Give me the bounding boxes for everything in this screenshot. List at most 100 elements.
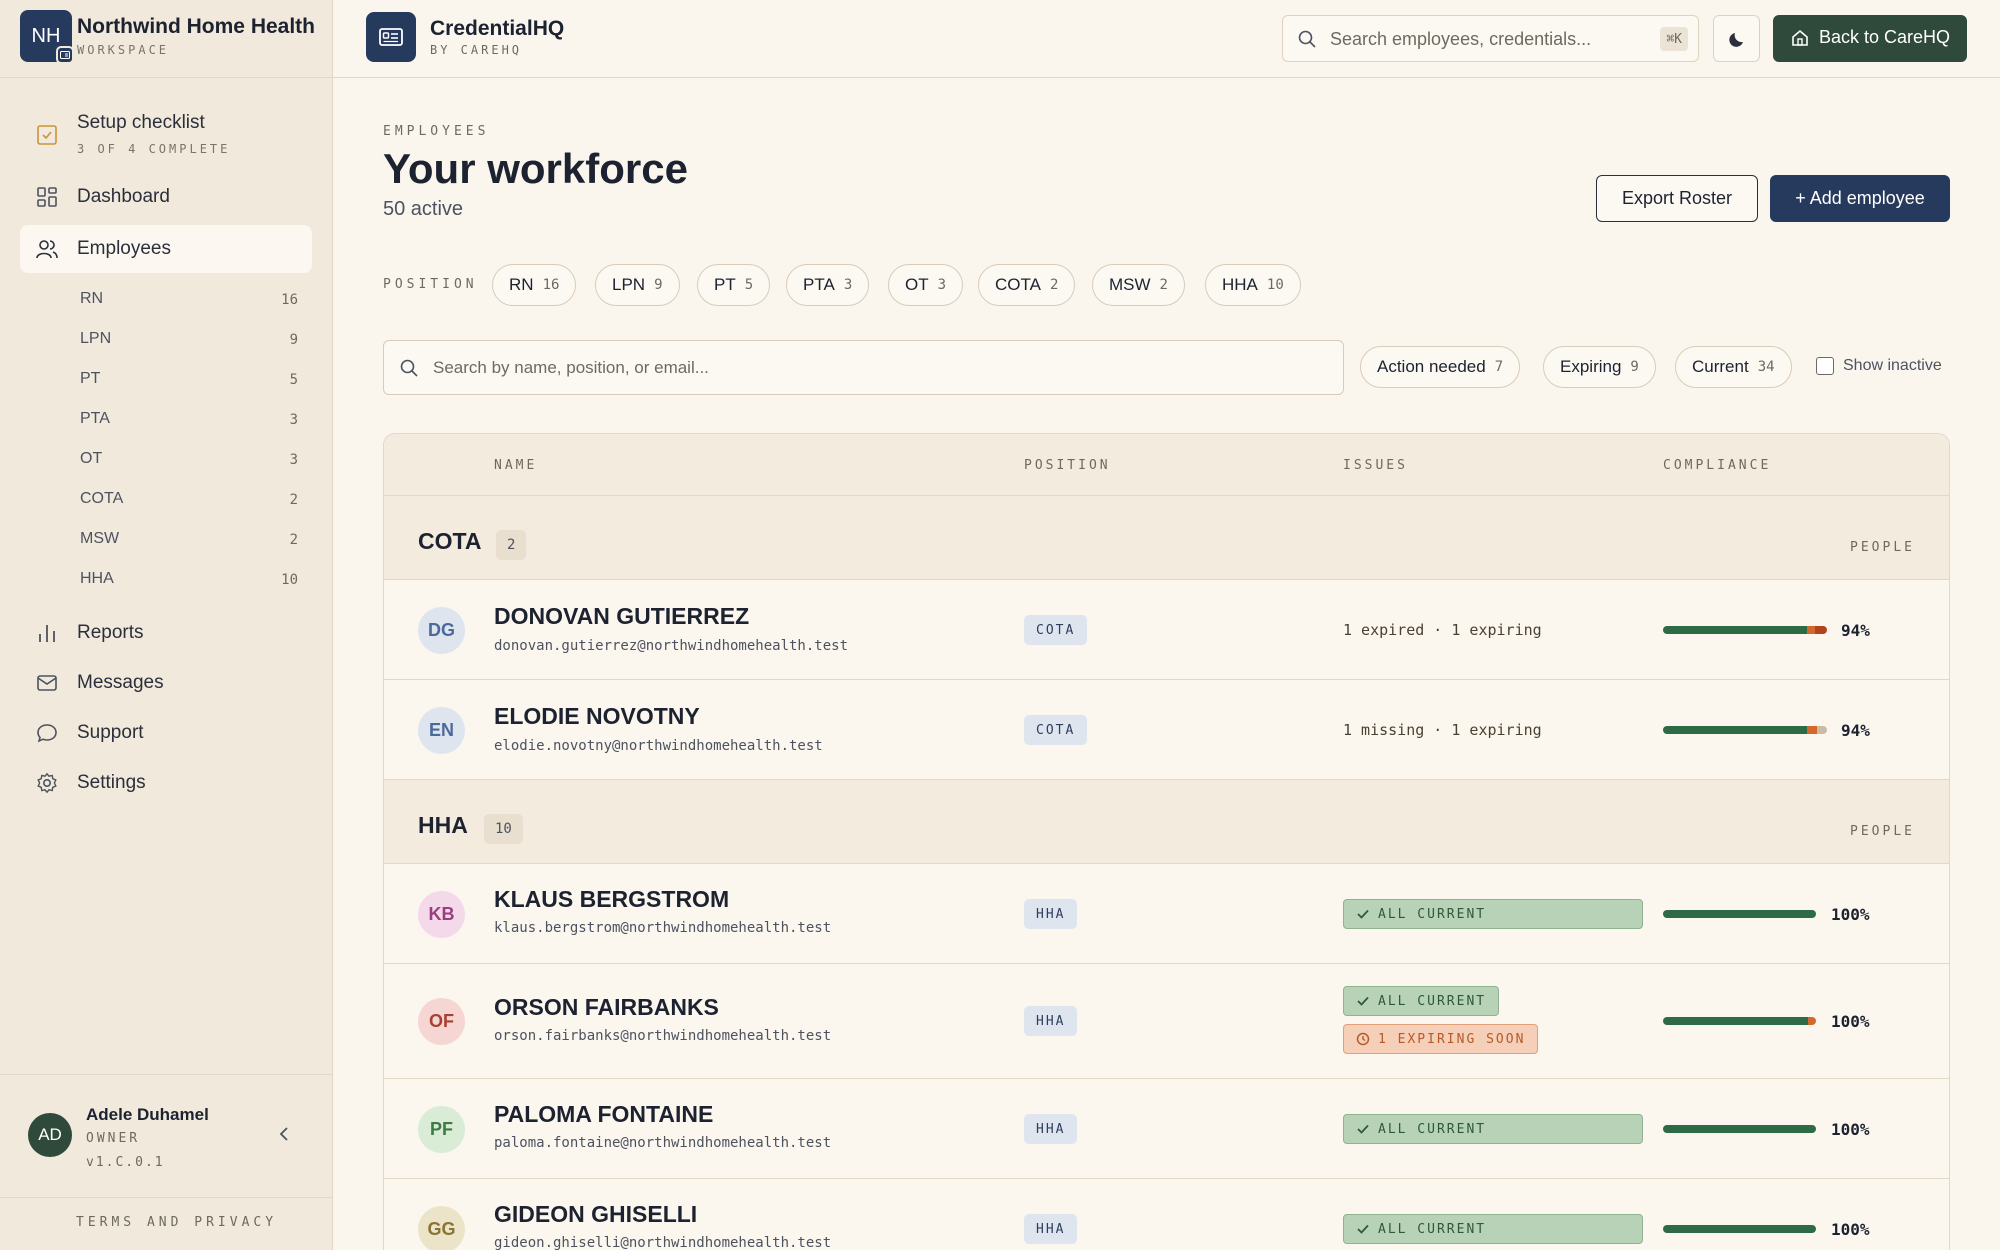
theme-toggle-button[interactable]: [1713, 15, 1760, 62]
back-to-carehq-button[interactable]: Back to CareHQ: [1773, 15, 1967, 62]
employee-name[interactable]: DONOVAN GUTIERREZ: [494, 603, 749, 630]
sidebar-position-pt[interactable]: PT 5: [80, 370, 300, 400]
employee-search-input[interactable]: Search by name, position, or email...: [383, 340, 1344, 395]
group-count: 10: [484, 814, 523, 844]
table-header: NAME POSITION ISSUES COMPLIANCE: [384, 434, 1949, 496]
sidebar-position-rn[interactable]: RN 16: [80, 290, 300, 320]
table-row[interactable]: PF PALOMA FONTAINE paloma.fontaine@north…: [384, 1079, 1949, 1179]
position-chip-rn[interactable]: RN 16: [492, 264, 577, 306]
avatar: DG: [418, 607, 465, 654]
filter-expiring[interactable]: Expiring 9: [1543, 346, 1656, 388]
employee-name[interactable]: ORSON FAIRBANKS: [494, 994, 719, 1021]
clock-icon: [1356, 1032, 1370, 1046]
sidebar-position-pta[interactable]: PTA 3: [80, 410, 300, 440]
position-chip-lpn[interactable]: LPN 9: [595, 264, 680, 306]
chip-label: LPN: [612, 275, 646, 294]
topbar: CredentialHQ BY CAREHQ Search employees,…: [333, 0, 2000, 78]
filter-label: Action needed: [1377, 357, 1486, 376]
compliance-bar: [1663, 1225, 1816, 1233]
employee-table: NAME POSITION ISSUES COMPLIANCE COTA 2 P…: [383, 433, 1950, 1250]
nav-reports[interactable]: Reports: [20, 609, 312, 657]
column-name[interactable]: NAME: [494, 458, 537, 473]
group-people-label: PEOPLE: [1850, 824, 1915, 839]
app-version: v1.C.0.1: [86, 1155, 165, 1170]
column-issues[interactable]: ISSUES: [1343, 458, 1408, 473]
employee-name[interactable]: ELODIE NOVOTNY: [494, 703, 700, 730]
chip-label: COTA: [995, 275, 1041, 294]
page-title: Your workforce: [383, 145, 688, 192]
app-subtitle: BY CAREHQ: [430, 43, 523, 57]
table-row[interactable]: GG GIDEON GHISELLI gideon.ghiselli@north…: [384, 1179, 1949, 1250]
position-tag: COTA: [1024, 615, 1088, 645]
table-row[interactable]: EN ELODIE NOVOTNY elodie.novotny@northwi…: [384, 680, 1949, 780]
nav-settings[interactable]: Settings: [20, 759, 312, 807]
position-chip-ot[interactable]: OT 3: [888, 264, 964, 306]
check-icon: [1357, 1124, 1369, 1134]
column-position[interactable]: POSITION: [1024, 458, 1111, 473]
chip-count: 3: [843, 277, 853, 293]
position-chip-pta[interactable]: PTA 3: [786, 264, 870, 306]
filter-action-needed[interactable]: Action needed 7: [1360, 346, 1521, 388]
setup-checklist-label: Setup checklist: [77, 112, 205, 133]
check-icon: [1357, 996, 1369, 1006]
employee-name[interactable]: PALOMA FONTAINE: [494, 1101, 713, 1128]
position-label: LPN: [80, 330, 112, 347]
workspace-name: Northwind Home Health: [77, 15, 316, 38]
sidebar-position-lpn[interactable]: LPN 9: [80, 330, 300, 360]
status-badge-label: ALL CURRENT: [1378, 1221, 1487, 1237]
position-label: MSW: [80, 530, 120, 547]
nav-employees[interactable]: Employees: [20, 225, 312, 273]
avatar: OF: [418, 998, 465, 1045]
show-inactive-checkbox[interactable]: Show inactive: [1816, 357, 1942, 375]
employee-name[interactable]: GIDEON GHISELLI: [494, 1201, 697, 1228]
export-roster-button[interactable]: Export Roster: [1596, 175, 1758, 222]
add-employee-button[interactable]: + Add employee: [1770, 175, 1950, 222]
checkbox[interactable]: [1816, 357, 1834, 375]
gear-icon: [37, 772, 57, 794]
chevron-left-icon[interactable]: [276, 1125, 294, 1143]
nav-messages[interactable]: Messages: [20, 659, 312, 707]
nav-support[interactable]: Support: [20, 709, 312, 757]
filter-count: 7: [1494, 359, 1504, 375]
status-badge-label: ALL CURRENT: [1378, 906, 1487, 922]
sidebar-position-hha[interactable]: HHA 10: [80, 570, 300, 600]
sidebar-position-ot[interactable]: OT 3: [80, 450, 300, 480]
warning-badge: 1 EXPIRING SOON: [1343, 1024, 1539, 1054]
compliance-bar: [1663, 726, 1827, 734]
sidebar-position-cota[interactable]: COTA 2: [80, 490, 300, 520]
sidebar-position-msw[interactable]: MSW 2: [80, 530, 300, 560]
table-row[interactable]: DG DONOVAN GUTIERREZ donovan.gutierrez@n…: [384, 580, 1949, 680]
filter-current[interactable]: Current 34: [1675, 346, 1792, 388]
global-search-input[interactable]: Search employees, credentials... ⌘K: [1282, 15, 1699, 62]
messages-label: Messages: [77, 672, 164, 693]
avatar: GG: [418, 1206, 465, 1250]
group-header-hha[interactable]: HHA 10 PEOPLE: [384, 780, 1949, 864]
show-inactive-label: Show inactive: [1843, 357, 1942, 374]
terms-link[interactable]: TERMS AND PRIVACY: [76, 1215, 277, 1230]
position-chip-msw[interactable]: MSW 2: [1092, 264, 1185, 306]
workspace-initials: NH: [31, 24, 61, 47]
employee-name[interactable]: KLAUS BERGSTROM: [494, 886, 729, 913]
column-compliance[interactable]: COMPLIANCE: [1663, 458, 1771, 473]
group-header-cota[interactable]: COTA 2 PEOPLE: [384, 496, 1949, 580]
compliance-percent: 94%: [1841, 621, 1870, 640]
chip-count: 9: [654, 277, 663, 293]
nav-setup-checklist[interactable]: Setup checklist 3 OF 4 COMPLETE: [20, 110, 312, 166]
position-count: 16: [281, 292, 298, 308]
position-chip-pt[interactable]: PT 5: [697, 264, 771, 306]
user-menu[interactable]: AD Adele Duhamel OWNER v1.C.0.1: [0, 1074, 333, 1198]
chip-label: PTA: [803, 275, 835, 294]
position-label: OT: [80, 450, 103, 467]
employee-email: elodie.novotny@northwindhomehealth.test: [494, 738, 823, 754]
nav-dashboard[interactable]: Dashboard: [20, 173, 312, 221]
table-row[interactable]: OF ORSON FAIRBANKS orson.fairbanks@north…: [384, 964, 1949, 1079]
checklist-icon: [37, 125, 57, 145]
chip-count: 2: [1159, 277, 1168, 293]
table-row[interactable]: KB KLAUS BERGSTROM klaus.bergstrom@north…: [384, 864, 1949, 964]
position-chip-cota[interactable]: COTA 2: [978, 264, 1076, 306]
employee-email: klaus.bergstrom@northwindhomehealth.test: [494, 920, 832, 936]
position-chip-hha[interactable]: HHA 10: [1205, 264, 1301, 306]
workspace-switcher[interactable]: NH Northwind Home Health WORKSPACE: [0, 0, 333, 78]
issues-summary: 1 missing · 1 expiring: [1343, 721, 1542, 739]
chip-count: 5: [744, 277, 754, 293]
